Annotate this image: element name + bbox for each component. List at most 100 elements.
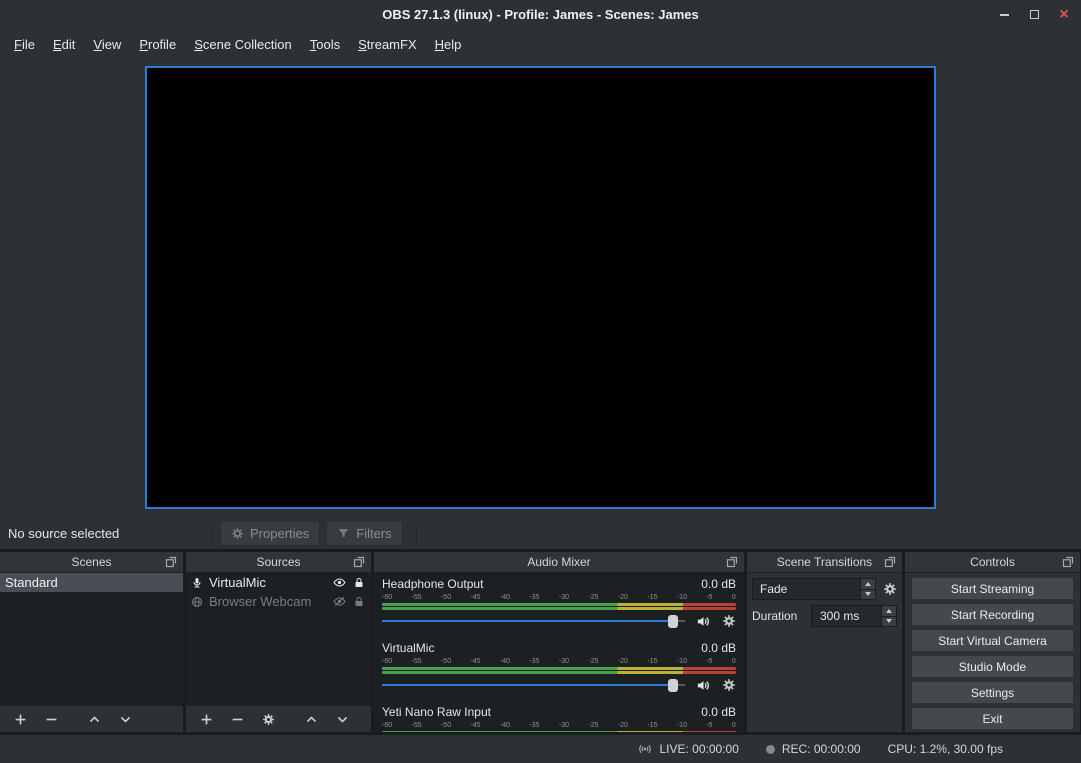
scenes-dock-header: Scenes xyxy=(0,552,183,573)
scene-item-standard[interactable]: Standard xyxy=(0,573,183,592)
slider-track xyxy=(382,620,685,622)
move-scene-up-button[interactable] xyxy=(83,709,105,729)
minus-icon xyxy=(45,713,58,726)
popout-icon[interactable] xyxy=(1062,556,1074,568)
settings-button[interactable]: Settings xyxy=(911,681,1074,704)
obs-window: OBS 27.1.3 (linux) - Profile: James - Sc… xyxy=(0,0,1081,763)
add-scene-button[interactable] xyxy=(9,709,31,729)
window-controls: × xyxy=(997,0,1071,29)
level-meter xyxy=(382,671,736,674)
speaker-icon[interactable] xyxy=(696,614,711,629)
audio-mixer-body: Headphone Output 0.0 dB -60-55-50-45-40-… xyxy=(374,573,744,732)
transition-select[interactable]: Fade xyxy=(752,578,876,600)
gear-icon xyxy=(262,713,275,726)
spinbox-arrows xyxy=(881,606,896,626)
channel-name: Headphone Output xyxy=(382,577,483,591)
start-recording-button[interactable]: Start Recording xyxy=(911,603,1074,626)
menu-scene-collection[interactable]: Scene Collection xyxy=(185,32,301,57)
record-dot-icon xyxy=(766,745,775,754)
source-toolbar: No source selected Properties Filters xyxy=(0,518,1081,549)
duration-down-button[interactable] xyxy=(882,617,896,627)
eye-icon[interactable] xyxy=(333,576,346,589)
source-item-browser-webcam[interactable]: Browser Webcam xyxy=(186,592,371,611)
exit-button[interactable]: Exit xyxy=(911,707,1074,730)
remove-source-button[interactable] xyxy=(226,709,248,729)
source-name: Browser Webcam xyxy=(209,594,327,609)
meter-scale: -60-55-50-45-40-35-30-25-20-15-10-50 xyxy=(382,721,736,730)
volume-slider[interactable] xyxy=(382,679,685,692)
broadcast-icon xyxy=(638,742,652,756)
combo-up-button[interactable] xyxy=(861,579,875,590)
chevron-down-icon xyxy=(336,713,349,726)
preview-area xyxy=(0,59,1081,518)
triangle-up-icon xyxy=(865,582,871,586)
transition-row: Fade xyxy=(752,578,897,600)
eye-slash-icon[interactable] xyxy=(333,595,346,608)
live-time: LIVE: 00:00:00 xyxy=(659,742,738,756)
microphone-icon xyxy=(191,577,203,589)
filters-button[interactable]: Filters xyxy=(326,521,402,546)
menu-streamfx[interactable]: StreamFX xyxy=(349,32,426,57)
sources-dock-title: Sources xyxy=(256,555,300,569)
maximize-button[interactable] xyxy=(1027,8,1041,22)
source-properties-button[interactable] xyxy=(257,709,279,729)
start-virtual-camera-button[interactable]: Start Virtual Camera xyxy=(911,629,1074,652)
duration-up-button[interactable] xyxy=(882,606,896,617)
meter-scale: -60-55-50-45-40-35-30-25-20-15-10-50 xyxy=(382,657,736,666)
menubar: File Edit View Profile Scene Collection … xyxy=(0,29,1081,59)
slider-handle[interactable] xyxy=(668,679,678,692)
scenes-list: Standard xyxy=(0,573,183,706)
filters-button-label: Filters xyxy=(356,526,391,541)
titlebar: OBS 27.1.3 (linux) - Profile: James - Sc… xyxy=(0,0,1081,29)
menu-edit[interactable]: Edit xyxy=(44,32,84,57)
mixer-channel-yeti-nano: Yeti Nano Raw Input 0.0 dB -60-55-50-45-… xyxy=(382,704,736,732)
menu-help[interactable]: Help xyxy=(426,32,471,57)
move-scene-down-button[interactable] xyxy=(114,709,136,729)
source-item-virtualmic[interactable]: VirtualMic xyxy=(186,573,371,592)
duration-spinbox[interactable]: 300 ms xyxy=(811,605,897,627)
add-source-button[interactable] xyxy=(195,709,217,729)
close-button[interactable]: × xyxy=(1057,8,1071,22)
level-meter xyxy=(382,603,736,606)
move-source-down-button[interactable] xyxy=(331,709,353,729)
slider-handle[interactable] xyxy=(668,615,678,628)
start-streaming-button[interactable]: Start Streaming xyxy=(911,577,1074,600)
move-source-up-button[interactable] xyxy=(300,709,322,729)
level-meter xyxy=(382,607,736,610)
channel-header: Yeti Nano Raw Input 0.0 dB xyxy=(382,704,736,719)
popout-icon[interactable] xyxy=(884,556,896,568)
controls-dock-header: Controls xyxy=(905,552,1080,573)
volume-slider[interactable] xyxy=(382,615,685,628)
chevron-up-icon xyxy=(88,713,101,726)
gear-icon[interactable] xyxy=(722,678,736,692)
preview-canvas[interactable] xyxy=(145,66,936,509)
popout-icon[interactable] xyxy=(726,556,738,568)
studio-mode-button[interactable]: Studio Mode xyxy=(911,655,1074,678)
gear-icon[interactable] xyxy=(883,582,897,596)
channel-level-db: 0.0 dB xyxy=(701,577,736,591)
combo-down-button[interactable] xyxy=(861,590,875,600)
scene-transitions-dock-header: Scene Transitions xyxy=(747,552,902,573)
slider-track xyxy=(382,684,685,686)
speaker-icon[interactable] xyxy=(696,678,711,693)
gear-icon xyxy=(231,527,244,540)
rec-time: REC: 00:00:00 xyxy=(782,742,861,756)
triangle-up-icon xyxy=(886,609,892,613)
globe-icon xyxy=(191,596,203,608)
menu-profile[interactable]: Profile xyxy=(130,32,185,57)
minimize-icon xyxy=(1000,14,1009,16)
volume-row xyxy=(382,678,736,692)
menu-tools[interactable]: Tools xyxy=(301,32,349,57)
popout-icon[interactable] xyxy=(353,556,365,568)
controls-body: Start Streaming Start Recording Start Vi… xyxy=(905,573,1080,732)
remove-scene-button[interactable] xyxy=(40,709,62,729)
properties-button[interactable]: Properties xyxy=(220,521,320,546)
popout-icon[interactable] xyxy=(165,556,177,568)
menu-view[interactable]: View xyxy=(84,32,130,57)
lock-icon[interactable] xyxy=(353,577,365,589)
minimize-button[interactable] xyxy=(997,8,1011,22)
lock-icon[interactable] xyxy=(353,596,365,608)
gear-icon[interactable] xyxy=(722,614,736,628)
menu-file[interactable]: File xyxy=(5,32,44,57)
scenes-toolbar xyxy=(0,706,183,732)
